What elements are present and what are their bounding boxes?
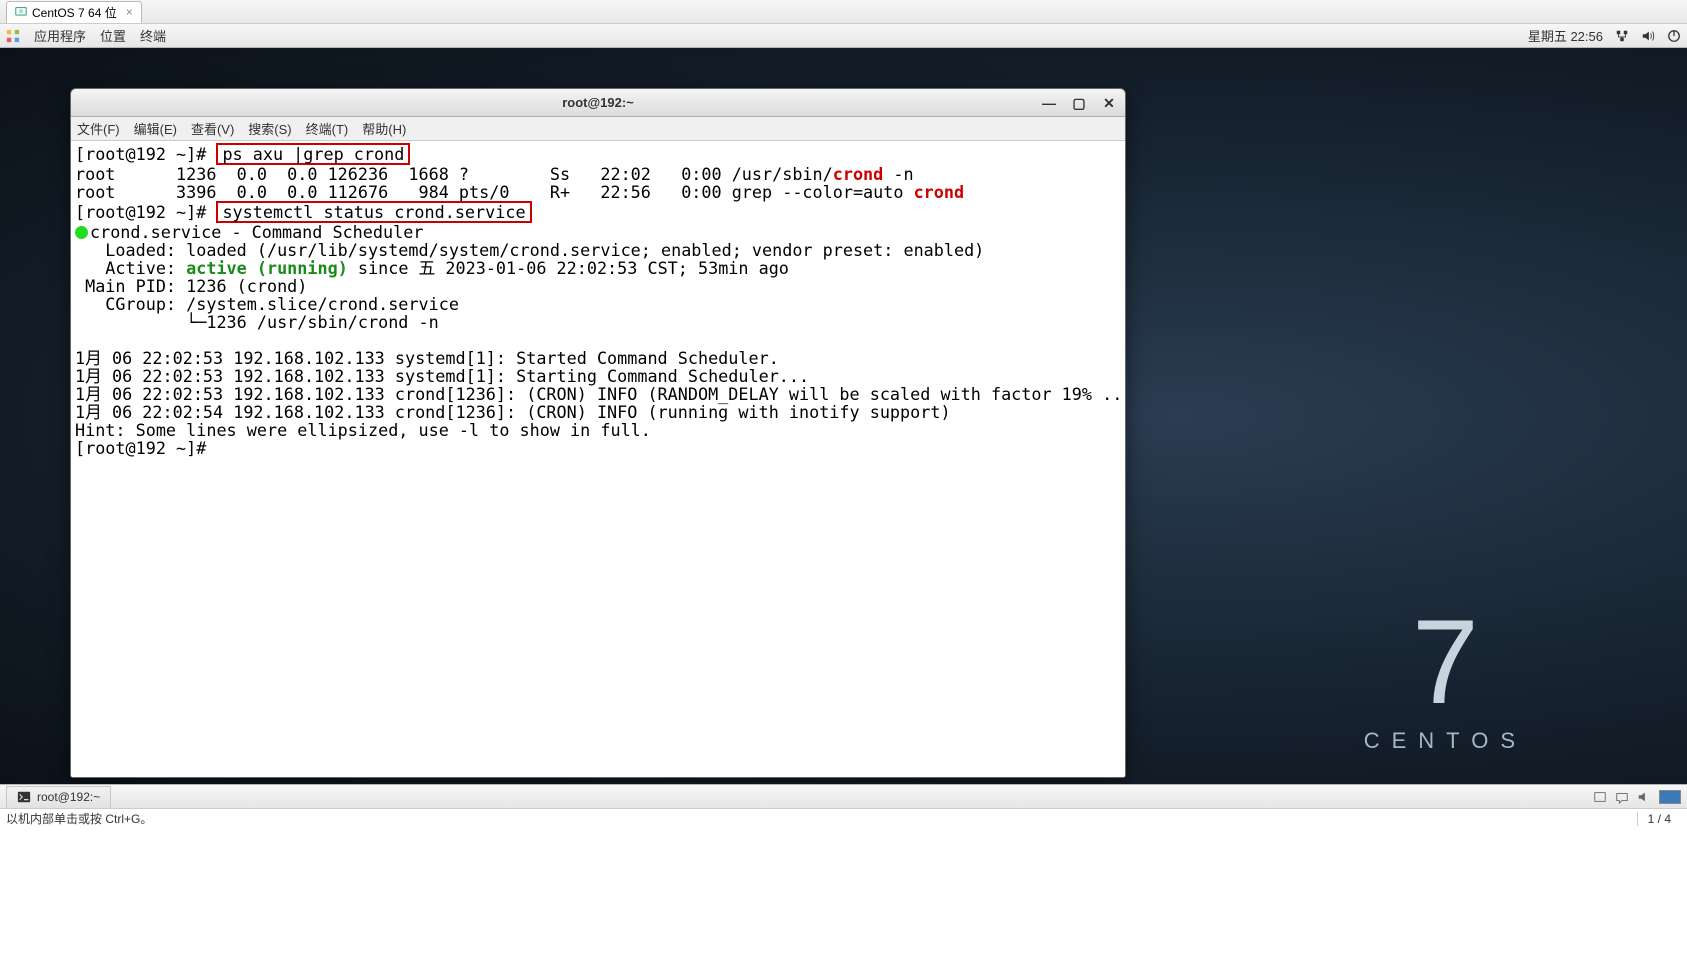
prompt-2: [root@192 ~]#	[75, 202, 216, 222]
log-3: 1月 06 22:02:53 192.168.102.133 crond[123…	[75, 384, 1125, 404]
terminal-menubar: 文件(F) 编辑(E) 查看(V) 搜索(S) 终端(T) 帮助(H)	[71, 117, 1125, 141]
centos-seven: 7	[1364, 602, 1527, 722]
applications-icon	[6, 29, 20, 43]
network-icon[interactable]	[1615, 29, 1629, 43]
ps-line-2a: root 3396 0.0 0.0 112676 984 pts/0 R+ 22…	[75, 182, 914, 202]
minimize-button[interactable]: —	[1039, 93, 1059, 113]
ps-line-2-crond: crond	[914, 182, 965, 202]
close-button[interactable]: ✕	[1099, 93, 1119, 113]
host-vm-tab[interactable]: CentOS 7 64 位 ×	[6, 1, 142, 23]
ps-line-1-crond: crond	[833, 164, 884, 184]
workspace-indicator[interactable]	[1659, 790, 1681, 804]
svc-active-rest: since 五 2023-01-06 22:02:53 CST; 53min a…	[348, 258, 789, 278]
svc-cgroup: CGroup: /system.slice/crond.service	[75, 294, 459, 314]
centos-wallpaper-logo: 7 CENTOS	[1364, 602, 1527, 754]
host-status-bar: 以机内部单击或按 Ctrl+G。 1 / 4	[0, 808, 1687, 828]
taskbar-item-label: root@192:~	[37, 790, 100, 804]
svc-loaded: Loaded: loaded (/usr/lib/systemd/system/…	[75, 240, 984, 260]
menu-terminal-m[interactable]: 终端(T)	[306, 119, 349, 138]
menu-file[interactable]: 文件(F)	[77, 119, 120, 138]
taskbar-item-terminal[interactable]: root@192:~	[6, 786, 111, 808]
terminal-title: root@192:~	[562, 95, 634, 110]
log-4: 1月 06 22:02:54 192.168.102.133 crond[123…	[75, 402, 951, 422]
log-2: 1月 06 22:02:53 192.168.102.133 systemd[1…	[75, 366, 809, 386]
svc-header: crond.service - Command Scheduler	[90, 222, 423, 242]
menu-view[interactable]: 查看(V)	[191, 119, 234, 138]
status-dot-icon	[75, 226, 88, 239]
prompt-1: [root@192 ~]#	[75, 144, 216, 164]
menu-search[interactable]: 搜索(S)	[248, 119, 291, 138]
host-page-indicator: 1 / 4	[1637, 812, 1681, 826]
cmd-1-highlight: ps axu |grep crond	[216, 143, 410, 165]
terminal-icon	[17, 790, 31, 804]
clock-label[interactable]: 星期五 22:56	[1528, 26, 1603, 45]
ps-line-1b: -n	[883, 164, 913, 184]
maximize-button[interactable]: ▢	[1069, 93, 1089, 113]
host-tab-bar: CentOS 7 64 位 ×	[0, 0, 1687, 24]
terminal-body[interactable]: [root@192 ~]# ps axu |grep crond root 12…	[71, 141, 1125, 777]
svc-cgroup-line: └─1236 /usr/sbin/crond -n	[75, 312, 439, 332]
host-status-text: 以机内部单击或按 Ctrl+G。	[6, 810, 152, 827]
menu-edit[interactable]: 编辑(E)	[134, 119, 177, 138]
ps-line-1a: root 1236 0.0 0.0 126236 1668 ? Ss 22:02…	[75, 164, 833, 184]
menu-help[interactable]: 帮助(H)	[362, 119, 406, 138]
menu-applications[interactable]: 应用程序	[34, 26, 86, 45]
menu-terminal[interactable]: 终端	[140, 26, 166, 45]
centos-name: CENTOS	[1364, 728, 1527, 754]
desktop-area: 7 CENTOS root@192:~ — ▢ ✕ 文件(F) 编辑(E) 查看…	[0, 48, 1687, 784]
tray-volume-icon[interactable]	[1637, 790, 1651, 804]
tray-notification-icon[interactable]	[1615, 790, 1629, 804]
svc-active-label: Active:	[75, 258, 186, 278]
terminal-window: root@192:~ — ▢ ✕ 文件(F) 编辑(E) 查看(V) 搜索(S)…	[70, 88, 1126, 778]
terminal-titlebar[interactable]: root@192:~ — ▢ ✕	[71, 89, 1125, 117]
prompt-3: [root@192 ~]#	[75, 438, 216, 458]
gnome-bottom-bar: root@192:~	[0, 784, 1687, 808]
cmd-2-highlight: systemctl status crond.service	[216, 201, 531, 223]
close-icon[interactable]: ×	[126, 5, 133, 19]
volume-icon[interactable]	[1641, 29, 1655, 43]
svc-active-value: active (running)	[186, 258, 348, 278]
svc-pid: Main PID: 1236 (crond)	[75, 276, 307, 296]
host-tab-label: CentOS 7 64 位	[32, 4, 117, 21]
hint-line: Hint: Some lines were ellipsized, use -l…	[75, 420, 651, 440]
log-1: 1月 06 22:02:53 192.168.102.133 systemd[1…	[75, 348, 779, 368]
menu-places[interactable]: 位置	[100, 26, 126, 45]
tray-icon-1[interactable]	[1593, 790, 1607, 804]
vm-icon	[15, 6, 27, 18]
power-icon[interactable]	[1667, 29, 1681, 43]
gnome-top-bar: 应用程序 位置 终端 星期五 22:56	[0, 24, 1687, 48]
